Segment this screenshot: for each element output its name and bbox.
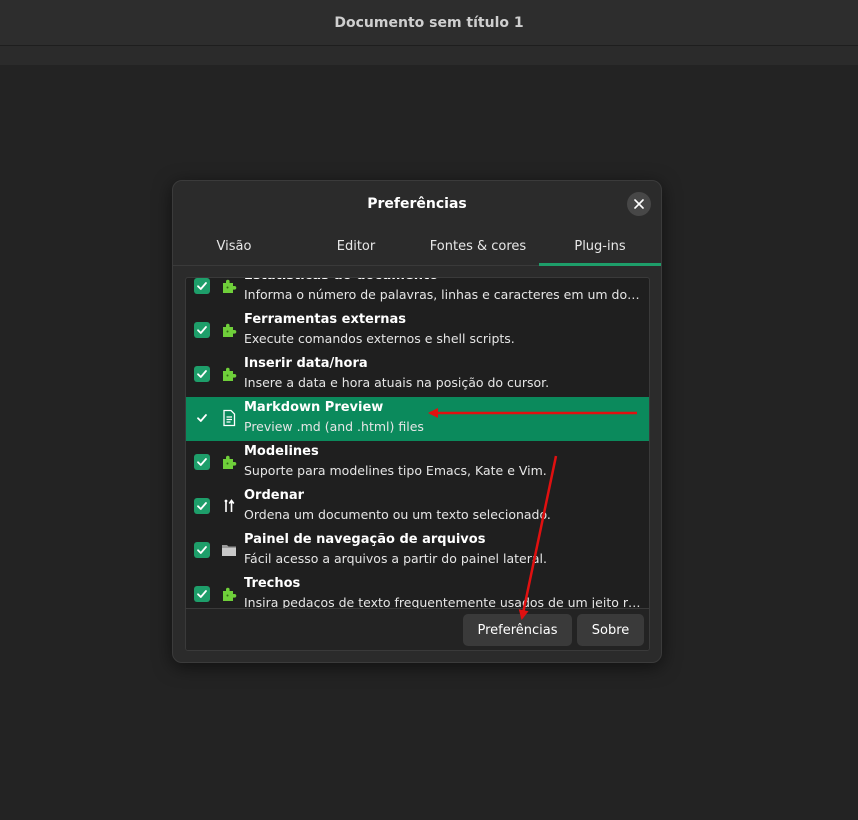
preferences-dialog: Preferências Visão Editor Fontes & cores… bbox=[172, 180, 662, 663]
tab-fontes-cores[interactable]: Fontes & cores bbox=[417, 227, 539, 265]
dialog-header: Preferências bbox=[173, 181, 661, 227]
plugin-row[interactable]: Painel de navegação de arquivos Fácil ace… bbox=[186, 529, 649, 573]
plugin-list-inner: Estatísticas do documento Informa o númer… bbox=[186, 278, 649, 608]
document-icon bbox=[220, 409, 238, 427]
plugin-name: Inserir data/hora bbox=[244, 356, 368, 371]
plugin-name: Ordenar bbox=[244, 488, 305, 503]
plugin-enabled-checkbox[interactable] bbox=[194, 410, 210, 426]
puzzle-icon bbox=[220, 453, 238, 471]
plugin-enabled-checkbox[interactable] bbox=[194, 454, 210, 470]
toolbar-strip bbox=[0, 46, 858, 65]
plugin-row[interactable]: Ferramentas externas Execute comandos ext… bbox=[186, 309, 649, 353]
dialog-title: Preferências bbox=[367, 196, 467, 212]
panel-footer: Preferências Sobre bbox=[186, 608, 649, 650]
plugin-enabled-checkbox[interactable] bbox=[194, 586, 210, 602]
window-titlebar: Documento sem título 1 bbox=[0, 0, 858, 46]
tab-visao[interactable]: Visão bbox=[173, 227, 295, 265]
plugin-preferences-button[interactable]: Preferências bbox=[463, 614, 572, 646]
plugin-description: Preview .md (and .html) files bbox=[244, 419, 424, 434]
plugin-row[interactable]: Inserir data/hora Insere a data e hora at… bbox=[186, 353, 649, 397]
plugin-row[interactable]: Estatísticas do documento Informa o númer… bbox=[186, 278, 649, 309]
plugin-name: Painel de navegação de arquivos bbox=[244, 532, 486, 547]
plugin-enabled-checkbox[interactable] bbox=[194, 278, 210, 294]
plugin-description: Insira pedaços de texto frequentemente u… bbox=[244, 595, 642, 608]
puzzle-icon bbox=[220, 365, 238, 383]
plugin-enabled-checkbox[interactable] bbox=[194, 498, 210, 514]
plugin-description: Informa o número de palavras, linhas e c… bbox=[244, 287, 642, 302]
tab-editor[interactable]: Editor bbox=[295, 227, 417, 265]
plugin-row[interactable]: Markdown Preview Preview .md (and .html) … bbox=[186, 397, 649, 441]
sort-icon bbox=[220, 497, 238, 515]
plugin-description: Insere a data e hora atuais na posição d… bbox=[244, 375, 550, 390]
plugin-description: Ordena um documento ou um texto selecion… bbox=[244, 507, 551, 522]
tab-bar: Visão Editor Fontes & cores Plug-ins bbox=[173, 227, 661, 266]
plugin-name: Modelines bbox=[244, 444, 319, 459]
plugin-row[interactable]: Modelines Suporte para modelines tipo Ema… bbox=[186, 441, 649, 485]
plugin-name: Trechos bbox=[244, 576, 301, 591]
puzzle-icon bbox=[220, 321, 238, 339]
puzzle-icon bbox=[220, 278, 238, 295]
plugin-enabled-checkbox[interactable] bbox=[194, 322, 210, 338]
puzzle-icon bbox=[220, 585, 238, 603]
plugin-enabled-checkbox[interactable] bbox=[194, 542, 210, 558]
plugin-about-button[interactable]: Sobre bbox=[577, 614, 644, 646]
plugin-name: Ferramentas externas bbox=[244, 312, 407, 327]
plugin-description: Suporte para modelines tipo Emacs, Kate … bbox=[244, 463, 547, 478]
plugin-name: Markdown Preview bbox=[244, 400, 384, 415]
close-button[interactable] bbox=[627, 192, 651, 216]
close-icon bbox=[634, 199, 644, 209]
folder-icon bbox=[220, 541, 238, 559]
plugin-description: Execute comandos externos e shell script… bbox=[244, 331, 515, 346]
plugins-panel: Estatísticas do documento Informa o númer… bbox=[185, 277, 650, 651]
plugin-row[interactable]: Ordenar Ordena um documento ou um texto s… bbox=[186, 485, 649, 529]
plugin-name: Estatísticas do documento bbox=[244, 278, 438, 283]
plugin-enabled-checkbox[interactable] bbox=[194, 366, 210, 382]
plugin-row[interactable]: Trechos Insira pedaços de texto frequente… bbox=[186, 573, 649, 608]
window-title: Documento sem título 1 bbox=[334, 14, 524, 31]
plugin-list[interactable]: Estatísticas do documento Informa o númer… bbox=[186, 278, 649, 608]
plugin-description: Fácil acesso a arquivos a partir do pain… bbox=[244, 551, 547, 566]
tab-plugins[interactable]: Plug-ins bbox=[539, 227, 661, 266]
